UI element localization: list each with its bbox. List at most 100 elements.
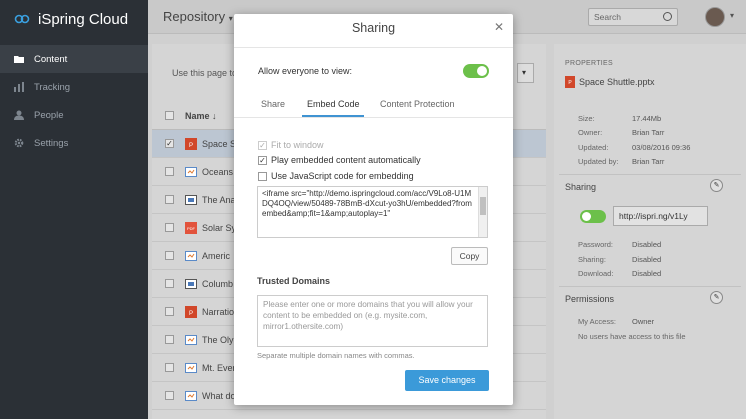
- download-label: Download:: [578, 269, 614, 278]
- properties-panel: PROPERTIES P Space Shuttle.pptx Size: 17…: [554, 44, 746, 419]
- updated-by-label: Updated by:: [578, 157, 619, 166]
- chevron-down-icon: ▾: [522, 68, 527, 77]
- edit-sharing-button[interactable]: ✎: [710, 179, 723, 192]
- updated-label: Updated:: [578, 143, 609, 152]
- sharing-section-title: Sharing: [565, 182, 597, 192]
- sharing-dialog: Sharing ✕ Allow everyone to view: Share …: [234, 14, 513, 405]
- active-tab-indicator: [302, 115, 364, 117]
- logo[interactable]: iSpring Cloud: [0, 0, 148, 38]
- row-checkbox[interactable]: [165, 167, 174, 176]
- close-icon[interactable]: ✕: [494, 20, 504, 34]
- action-dropdown-button[interactable]: ▾: [517, 63, 534, 83]
- sidebar-item-settings[interactable]: Settings: [0, 129, 148, 157]
- quiz-file-icon: [185, 166, 197, 178]
- checkbox-autoplay[interactable]: ✓: [258, 155, 267, 165]
- video-file-icon: [185, 278, 197, 290]
- file-name: Columb: [202, 279, 234, 289]
- trusted-domains-input[interactable]: Please enter one or more domains that yo…: [257, 295, 488, 347]
- row-checkbox[interactable]: [165, 363, 174, 372]
- sidebar-item-people[interactable]: People: [0, 101, 148, 129]
- no-access-note: No users have access to this file: [578, 332, 686, 341]
- allow-view-toggle[interactable]: [463, 64, 489, 78]
- app-name: iSpring Cloud: [38, 10, 129, 28]
- embed-code-textarea[interactable]: <iframe src="http://demo.ispringcloud.co…: [257, 186, 488, 238]
- chevron-down-icon[interactable]: ▾: [730, 11, 734, 20]
- tab-content-protection[interactable]: Content Protection: [380, 99, 455, 109]
- svg-text:P: P: [189, 143, 193, 149]
- option-label: Use JavaScript code for embedding: [271, 171, 414, 181]
- javascript-embed-option[interactable]: Use JavaScript code for embedding: [258, 171, 414, 181]
- file-name: The Ana: [202, 195, 236, 205]
- sort-down-icon: ↓: [212, 111, 217, 121]
- file-name: Solar Sy: [202, 223, 237, 233]
- search-icon[interactable]: [663, 12, 672, 21]
- copy-button[interactable]: Copy: [451, 247, 488, 265]
- select-all-checkbox[interactable]: [165, 111, 174, 120]
- sharing-toggle[interactable]: [580, 210, 606, 223]
- quiz-file-icon: [185, 362, 197, 374]
- fit-to-window-option: ✓ Fit to window: [258, 140, 324, 150]
- folder-icon: [14, 56, 24, 63]
- checkbox-javascript[interactable]: [258, 171, 267, 181]
- trusted-domains-title: Trusted Domains: [257, 276, 331, 286]
- pdf-file-icon: PDF: [185, 222, 197, 234]
- sidebar-item-label: Settings: [34, 137, 69, 149]
- chevron-down-icon: ▾: [228, 14, 233, 23]
- properties-filename: Space Shuttle.pptx: [579, 77, 655, 87]
- updated-value: 03/08/2016 09:36: [632, 143, 691, 152]
- password-label: Password:: [578, 240, 614, 249]
- repository-label: Repository: [163, 9, 226, 24]
- pptx-file-icon: P: [185, 306, 197, 318]
- tab-embed-code[interactable]: Embed Code: [307, 99, 360, 109]
- divider: [234, 117, 513, 118]
- owner-label: Owner:: [578, 128, 603, 137]
- pencil-icon: ✎: [713, 182, 720, 189]
- sidebar-item-content[interactable]: Content: [0, 45, 148, 73]
- row-checkbox[interactable]: [165, 391, 174, 400]
- toggle-knob: [582, 212, 591, 221]
- row-checkbox[interactable]: [165, 223, 174, 232]
- cloud-logo-icon: [14, 14, 30, 24]
- row-checkbox[interactable]: [165, 251, 174, 260]
- row-checkbox[interactable]: ✓: [165, 139, 174, 148]
- size-value: 17.44Mb: [632, 114, 662, 123]
- gear-icon: [14, 138, 24, 148]
- search-input[interactable]: Search: [588, 8, 678, 26]
- pptx-file-icon: P: [565, 76, 575, 88]
- pptx-file-icon: P: [185, 138, 197, 150]
- my-access-label: My Access:: [578, 317, 616, 326]
- edit-permissions-button[interactable]: ✎: [710, 291, 723, 304]
- search-placeholder: Search: [594, 12, 621, 22]
- option-label: Fit to window: [271, 140, 324, 150]
- properties-header: PROPERTIES: [565, 60, 613, 67]
- row-checkbox[interactable]: [165, 335, 174, 344]
- row-checkbox[interactable]: [165, 307, 174, 316]
- scrollbar-thumb[interactable]: [480, 197, 486, 215]
- tab-share[interactable]: Share: [261, 99, 285, 109]
- column-name-label: Name: [185, 111, 210, 121]
- allow-view-label: Allow everyone to view:: [258, 66, 353, 76]
- sharing-label: Sharing:: [578, 255, 606, 264]
- column-name-header[interactable]: Name ↓: [185, 111, 217, 121]
- row-checkbox[interactable]: [165, 195, 174, 204]
- divider: [559, 286, 741, 287]
- divider: [559, 174, 741, 175]
- scrollbar[interactable]: [478, 187, 487, 237]
- sidebar: iSpring Cloud Content Tracking People Se…: [0, 0, 148, 419]
- video-file-icon: [185, 194, 197, 206]
- updated-by-value: Brian Tarr: [632, 157, 665, 166]
- file-name: What do: [202, 391, 236, 401]
- file-name: Americ: [202, 251, 231, 261]
- row-checkbox[interactable]: [165, 279, 174, 288]
- sharing-value: Disabled: [632, 255, 662, 264]
- repository-dropdown[interactable]: Repository ▾: [163, 9, 233, 24]
- sidebar-item-tracking[interactable]: Tracking: [0, 73, 148, 101]
- autoplay-option[interactable]: ✓ Play embedded content automatically: [258, 155, 421, 165]
- save-changes-button[interactable]: Save changes: [405, 370, 489, 391]
- checkbox-fit-to-window: ✓: [258, 140, 267, 150]
- svg-text:PDF: PDF: [187, 226, 196, 231]
- download-value: Disabled: [632, 269, 662, 278]
- sidebar-item-label: Content: [34, 53, 68, 65]
- avatar[interactable]: [705, 7, 725, 27]
- share-link-field[interactable]: http://ispri.ng/v1Ly: [613, 206, 708, 226]
